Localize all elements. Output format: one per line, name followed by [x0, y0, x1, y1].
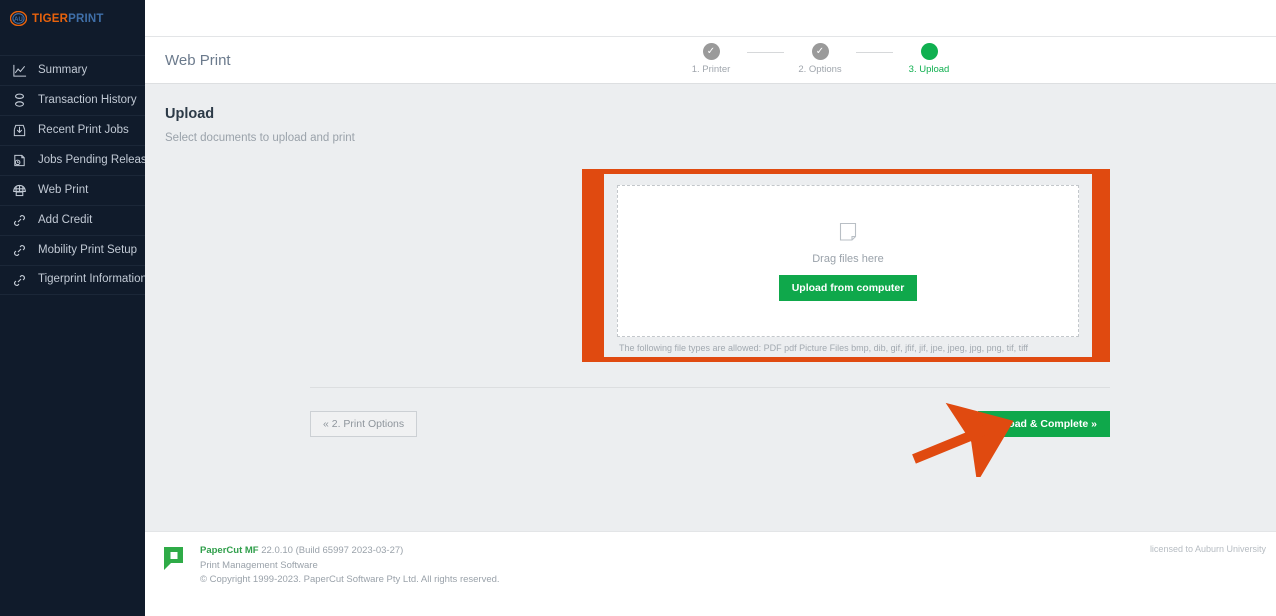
- step-printer-dot: ✓: [702, 43, 720, 60]
- app-footer: PaperCut MF 22.0.10 (Build 65997 2023-03…: [145, 531, 1276, 616]
- upload-from-computer-button[interactable]: Upload from computer: [778, 274, 918, 301]
- upload-subtitle: Select documents to upload and print: [165, 132, 355, 144]
- step-options-label: 2. Options: [798, 64, 842, 75]
- file-dropzone[interactable]: Drag files here Upload from computer: [617, 185, 1079, 337]
- document-page-icon: [839, 222, 857, 247]
- papercut-copyright: © Copyright 1999-2023. PaperCut Software…: [200, 574, 500, 586]
- dropzone-text: Drag files here: [812, 252, 884, 265]
- main-content: Web Print ✓ 1. Printer ✓ 2. Options 3. U…: [145, 0, 1276, 616]
- upload-section: Upload Select documents to upload and pr…: [145, 84, 1276, 483]
- sidebar-item-label: Add Credit: [38, 213, 93, 226]
- sidebar-item-label: Web Print: [38, 183, 89, 196]
- link-icon: [11, 272, 28, 289]
- hourglass-icon: [11, 92, 28, 109]
- step-printer-label: 1. Printer: [691, 64, 731, 75]
- step-connector: [856, 51, 893, 53]
- sidebar-nav: Summary Transaction History Recent Print…: [0, 55, 153, 295]
- link-icon: [11, 212, 28, 229]
- page-title: Web Print: [165, 51, 231, 69]
- brand-logo[interactable]: AU TIGERPRINT: [0, 0, 145, 37]
- papercut-product: PaperCut MF: [200, 545, 259, 556]
- svg-text:AU: AU: [14, 17, 23, 23]
- upload-highlight-annotation: Drag files here Upload from computer The…: [582, 169, 1110, 362]
- brand-primary: TIGER: [32, 12, 69, 25]
- sidebar-item-jobs-pending-release[interactable]: Jobs Pending Release: [0, 145, 153, 175]
- web-print-page: AU TIGERPRINT Summary Transaction Histor…: [0, 0, 1276, 616]
- upload-title: Upload: [165, 106, 215, 122]
- sidebar-item-web-print[interactable]: Web Print: [0, 175, 145, 205]
- link-icon: [11, 242, 28, 259]
- allowed-file-types: The following file types are allowed: PD…: [619, 343, 1029, 353]
- papercut-logo-icon: [163, 546, 185, 572]
- back-to-print-options-button[interactable]: « 2. Print Options: [310, 411, 418, 437]
- chart-line-icon: [11, 62, 28, 79]
- action-bar: « 2. Print Options Upload & Complete »: [310, 411, 1110, 437]
- papercut-info: PaperCut MF 22.0.10 (Build 65997 2023-03…: [200, 544, 500, 616]
- brand-secondary: PRINT: [68, 12, 104, 25]
- step-options-dot: ✓: [811, 43, 829, 60]
- document-clock-icon: [11, 152, 28, 169]
- sidebar-item-label: Mobility Print Setup: [38, 243, 138, 256]
- step-upload-dot: [920, 43, 938, 60]
- step-upload-label: 3. Upload: [908, 64, 950, 75]
- printer-icon: [11, 182, 28, 199]
- papercut-version-line: PaperCut MF 22.0.10 (Build 65997 2023-03…: [200, 544, 500, 559]
- step-upload[interactable]: 3. Upload: [893, 43, 965, 75]
- papercut-version: 22.0.10 (Build 65997 2023-03-27): [261, 545, 404, 556]
- step-connector: [747, 51, 784, 53]
- sidebar-item-recent-print-jobs[interactable]: Recent Print Jobs: [0, 115, 145, 145]
- sidebar-item-label: Tigerprint Information: [38, 273, 147, 286]
- step-options[interactable]: ✓ 2. Options: [784, 43, 856, 75]
- upload-and-complete-button[interactable]: Upload & Complete »: [978, 411, 1110, 437]
- sidebar-item-label: Recent Print Jobs: [38, 123, 129, 136]
- license-text: licensed to Auburn University: [1149, 544, 1266, 554]
- sidebar-item-mobility-print-setup[interactable]: Mobility Print Setup: [0, 235, 145, 265]
- sidebar-item-label: Transaction History: [38, 93, 137, 106]
- sidebar-item-label: Summary: [38, 63, 88, 76]
- inbox-tray-icon: [11, 122, 28, 139]
- brand-text: TIGERPRINT: [32, 13, 104, 25]
- section-divider: [310, 387, 1110, 388]
- sidebar-item-add-credit[interactable]: Add Credit: [0, 205, 145, 235]
- upload-heading-block: Upload Select documents to upload and pr…: [145, 84, 1276, 144]
- sidebar-item-transaction-history[interactable]: Transaction History: [0, 85, 145, 115]
- step-printer[interactable]: ✓ 1. Printer: [675, 43, 747, 75]
- wizard-stepper: ✓ 1. Printer ✓ 2. Options 3. Upload: [675, 43, 965, 75]
- upload-card: Drag files here Upload from computer The…: [604, 174, 1092, 357]
- sidebar-item-summary[interactable]: Summary: [0, 55, 145, 85]
- papercut-tagline: Print Management Software: [200, 559, 318, 571]
- au-logo-icon: AU: [10, 11, 27, 26]
- page-header: Web Print ✓ 1. Printer ✓ 2. Options 3. U…: [145, 37, 1276, 84]
- sidebar: AU TIGERPRINT Summary Transaction Histor…: [0, 0, 153, 616]
- top-bar: [145, 0, 1276, 37]
- sidebar-item-tigerprint-information[interactable]: Tigerprint Information: [0, 265, 147, 295]
- sidebar-item-label: Jobs Pending Release: [38, 153, 154, 166]
